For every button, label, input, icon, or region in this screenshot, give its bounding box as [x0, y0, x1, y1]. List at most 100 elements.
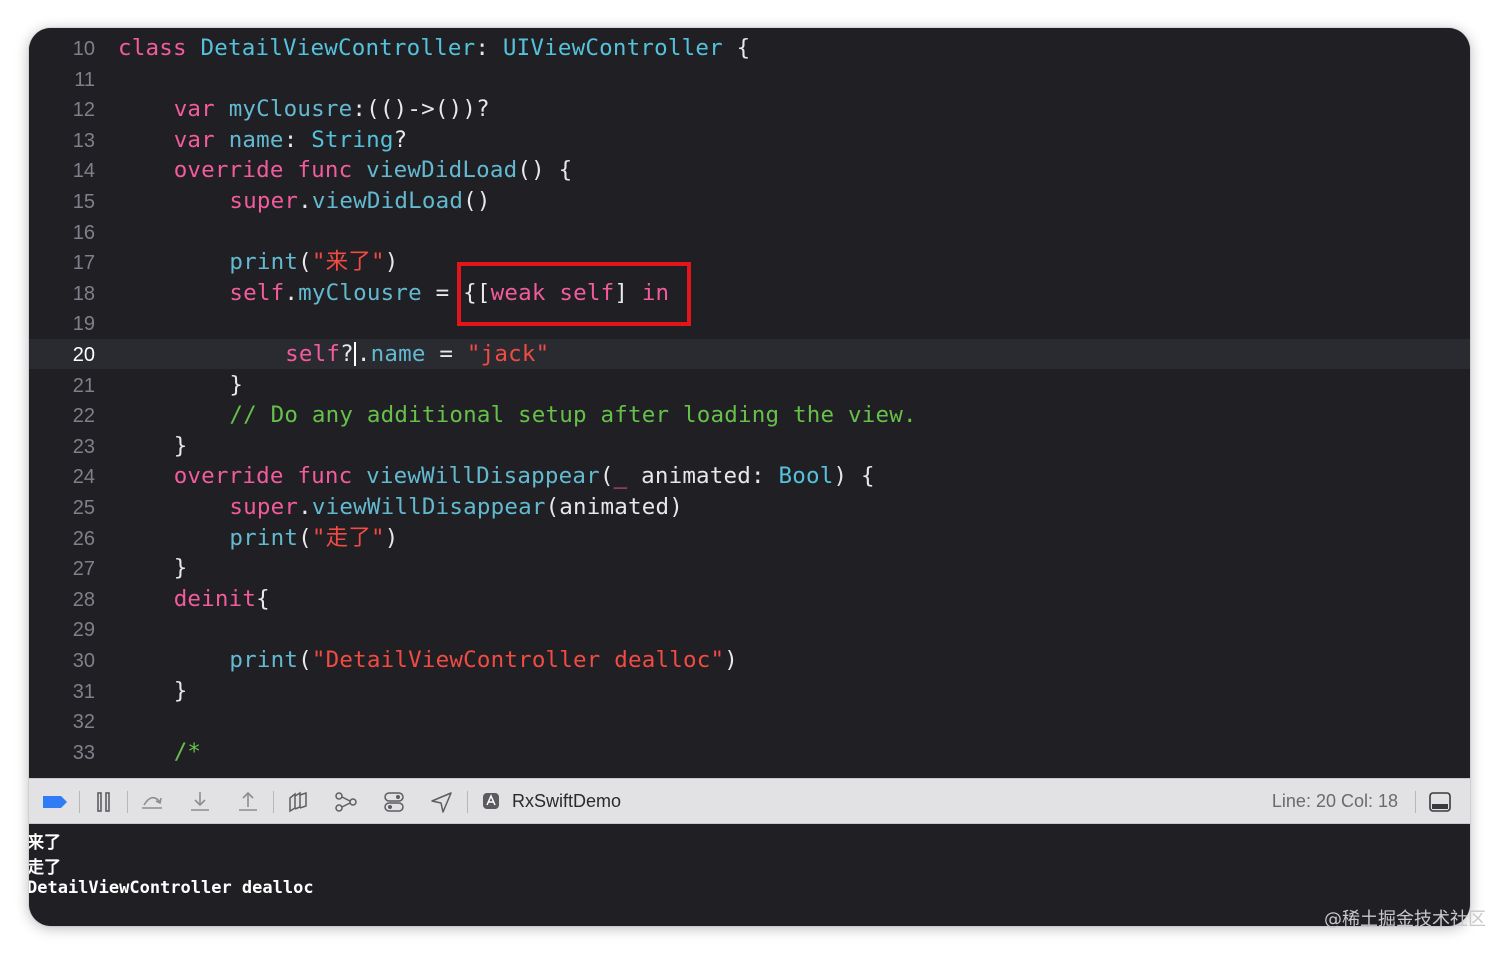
line-number: 13: [72, 129, 95, 152]
step-over-icon[interactable]: [139, 790, 165, 814]
code-line[interactable]: 15 super.viewDidLoad(): [29, 186, 1470, 216]
pause-icon[interactable]: [91, 790, 117, 814]
code-line[interactable]: 16: [29, 217, 1470, 247]
code-token: name: [370, 341, 426, 367]
line-number: 22: [72, 405, 95, 428]
code-token: "DetailViewController dealloc": [311, 647, 725, 673]
code-token: {: [722, 35, 751, 61]
code-line[interactable]: 24 override func viewWillDisappear(_ anim…: [29, 461, 1470, 491]
code-token: ) {: [833, 463, 875, 490]
view-hierarchy-icon[interactable]: [285, 790, 311, 814]
code-token: Bool: [778, 463, 834, 490]
code-token: {: [256, 585, 270, 612]
code-token: (: [599, 463, 614, 490]
code-text: // Do any additional setup after loading…: [229, 402, 916, 428]
code-line[interactable]: 22 // Do any additional setup after loadi…: [29, 400, 1470, 430]
code-token: animated:: [627, 463, 779, 490]
memory-graph-icon[interactable]: [333, 790, 359, 814]
code-line[interactable]: 30 print("DetailViewController dealloc"): [29, 645, 1470, 675]
target-name-label[interactable]: RxSwiftDemo: [512, 791, 621, 812]
code-line[interactable]: 23}: [29, 431, 1470, 461]
code-token: .: [298, 494, 312, 520]
toggle-debug-area-icon[interactable]: [1427, 790, 1453, 814]
code-line[interactable]: 31}: [29, 676, 1470, 706]
code-token: (animated): [545, 494, 684, 520]
code-line[interactable]: 21}: [29, 370, 1470, 400]
code-text: print("走了"): [229, 525, 398, 551]
code-line[interactable]: 20 self? .name = "jack": [29, 339, 1470, 369]
code-line[interactable]: 19: [29, 308, 1470, 338]
text-cursor: [353, 342, 356, 366]
xcode-window: 10 class DetailViewController: UIViewCont…: [29, 28, 1470, 926]
code-token: DetailViewController: [200, 35, 476, 61]
breakpoints-toggle-icon[interactable]: [41, 790, 67, 814]
code-line[interactable]: 26 print("走了"): [29, 523, 1470, 553]
step-into-icon[interactable]: [187, 790, 213, 814]
code-token: "来了": [311, 249, 385, 276]
code-token: }: [173, 555, 188, 582]
code-editor[interactable]: 10 class DetailViewController: UIViewCont…: [29, 28, 1470, 778]
code-text: self? .name = "jack": [285, 341, 549, 367]
line-number: 20: [72, 344, 95, 366]
code-token: ): [384, 249, 399, 276]
code-token: "jack": [466, 341, 550, 367]
code-token: }: [173, 677, 188, 704]
line-number: 14: [72, 160, 95, 183]
console-line: DetailViewController dealloc: [29, 878, 314, 898]
code-line[interactable]: 12 var myClousre:(()->())?: [29, 94, 1470, 124]
code-token: override func: [173, 463, 367, 490]
simulate-location-icon[interactable]: [429, 790, 455, 814]
code-token: String: [311, 126, 394, 153]
code-line[interactable]: 11: [29, 64, 1470, 94]
code-line[interactable]: 14 override func viewDidLoad() {: [29, 155, 1470, 185]
code-token: .: [284, 279, 299, 306]
code-token: }: [229, 371, 244, 398]
code-token: // Do any additional setup after loading…: [229, 402, 917, 429]
watermark: @稀土掘金技术社区: [1324, 909, 1486, 930]
code-token: =: [425, 341, 467, 367]
line-number: 16: [72, 221, 95, 244]
line-number: 11: [74, 68, 95, 91]
code-text: /*: [174, 739, 202, 765]
line-number: 15: [72, 191, 95, 213]
code-token: .: [298, 188, 312, 214]
console-line: 走了: [29, 858, 61, 878]
console-output[interactable]: 来了 走了 DetailViewController dealloc: [29, 824, 1470, 926]
code-token: .: [356, 341, 371, 367]
code-text: override func viewWillDisappear(_ animat…: [174, 463, 875, 489]
step-out-icon[interactable]: [235, 790, 261, 814]
line-number: 19: [72, 313, 95, 336]
line-number: 26: [72, 527, 95, 550]
code-line[interactable]: 10 class DetailViewController: UIViewCont…: [29, 33, 1470, 63]
line-number: 27: [72, 558, 95, 581]
code-token: super: [229, 188, 299, 214]
line-number: 17: [72, 252, 95, 275]
code-line[interactable]: 13 var name: String?: [29, 125, 1470, 155]
code-line[interactable]: 29: [29, 614, 1470, 644]
debug-toolbar: RxSwiftDemo Line: 20 Col: 18: [29, 778, 1470, 824]
code-token: self: [229, 279, 285, 306]
code-token: ?: [393, 126, 408, 153]
code-text: }: [174, 555, 188, 581]
cursor-position-status: Line: 20 Col: 18: [1271, 791, 1398, 811]
code-line[interactable]: 28 deinit{: [29, 584, 1470, 614]
code-line[interactable]: 27}: [29, 553, 1470, 583]
code-line[interactable]: 18 self.myClousre = {[weak self] in: [29, 278, 1470, 308]
line-number: 21: [72, 374, 95, 397]
code-line[interactable]: 25 super.viewWillDisappear(animated): [29, 492, 1470, 522]
environment-overrides-icon[interactable]: [381, 790, 407, 814]
code-token: override func: [173, 157, 367, 184]
code-token: ?: [340, 341, 354, 367]
line-number: 25: [72, 497, 95, 519]
code-token: (): [463, 188, 491, 214]
code-text: deinit{: [174, 586, 270, 612]
code-token: name: [228, 126, 284, 153]
code-line[interactable]: 17 print("来了"): [29, 247, 1470, 277]
code-token: (: [298, 647, 312, 673]
line-number: 12: [72, 99, 95, 122]
code-line[interactable]: 32: [29, 706, 1470, 736]
app-target-icon: [481, 791, 503, 813]
code-token: UIViewController: [502, 35, 723, 61]
code-token: self: [285, 341, 341, 367]
code-line[interactable]: 33 /*: [29, 737, 1470, 767]
